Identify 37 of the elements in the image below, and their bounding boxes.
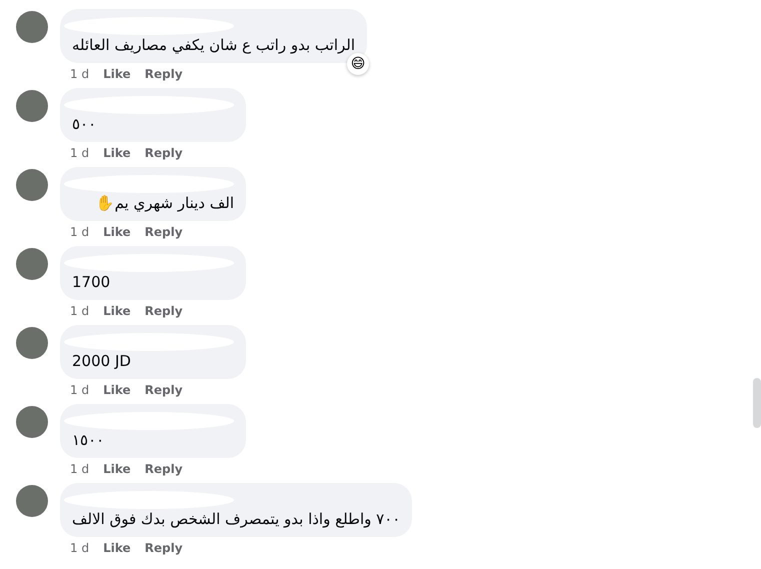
avatar[interactable] [16,248,48,280]
reply-link[interactable]: Reply [144,382,183,398]
comment-text: الراتب بدو راتب ع شان يكفي مصاريف العائله [72,35,356,55]
like-link[interactable]: Like [103,145,131,161]
reply-link[interactable]: Reply [144,145,183,161]
comment-text: ٧٠٠ واطلع واذا بدو يتمصرف الشخص بدك فوق الالف [72,509,400,529]
like-link[interactable]: Like [103,66,131,82]
comment-time[interactable]: 1 d [70,540,90,556]
like-link[interactable]: Like [103,461,131,477]
avatar[interactable] [16,485,48,517]
comment-text: ١٥٠٠ [72,430,106,450]
comment-text: 1700 [72,272,112,292]
reply-link[interactable]: Reply [144,303,183,319]
comment-text: 2000 JD [72,351,132,371]
comment-time[interactable]: 1 d [70,382,90,398]
like-link[interactable]: Like [103,540,131,556]
reply-link[interactable]: Reply [144,66,183,82]
like-link[interactable]: Like [103,303,131,319]
reply-link[interactable]: Reply [144,461,183,477]
avatar[interactable] [16,11,48,43]
comment-time[interactable]: 1 d [70,461,90,477]
comment-text: الف دينار شهري يم✋ [94,193,234,213]
reaction-badge[interactable]: 😄 [347,53,370,75]
like-link[interactable]: Like [103,382,131,398]
comment-time[interactable]: 1 d [70,145,90,161]
avatar[interactable] [16,169,48,201]
comment-time[interactable]: 1 d [70,66,90,82]
avatar[interactable] [16,406,48,438]
comment-text: ٥٠٠ [72,114,98,134]
reply-link[interactable]: Reply [144,540,183,556]
like-link[interactable]: Like [103,224,131,240]
reply-link[interactable]: Reply [144,224,183,240]
comment-time[interactable]: 1 d [70,303,90,319]
comment-time[interactable]: 1 d [70,224,90,240]
scrollbar-thumb[interactable] [753,378,761,428]
avatar[interactable] [16,90,48,122]
avatar[interactable] [16,327,48,359]
